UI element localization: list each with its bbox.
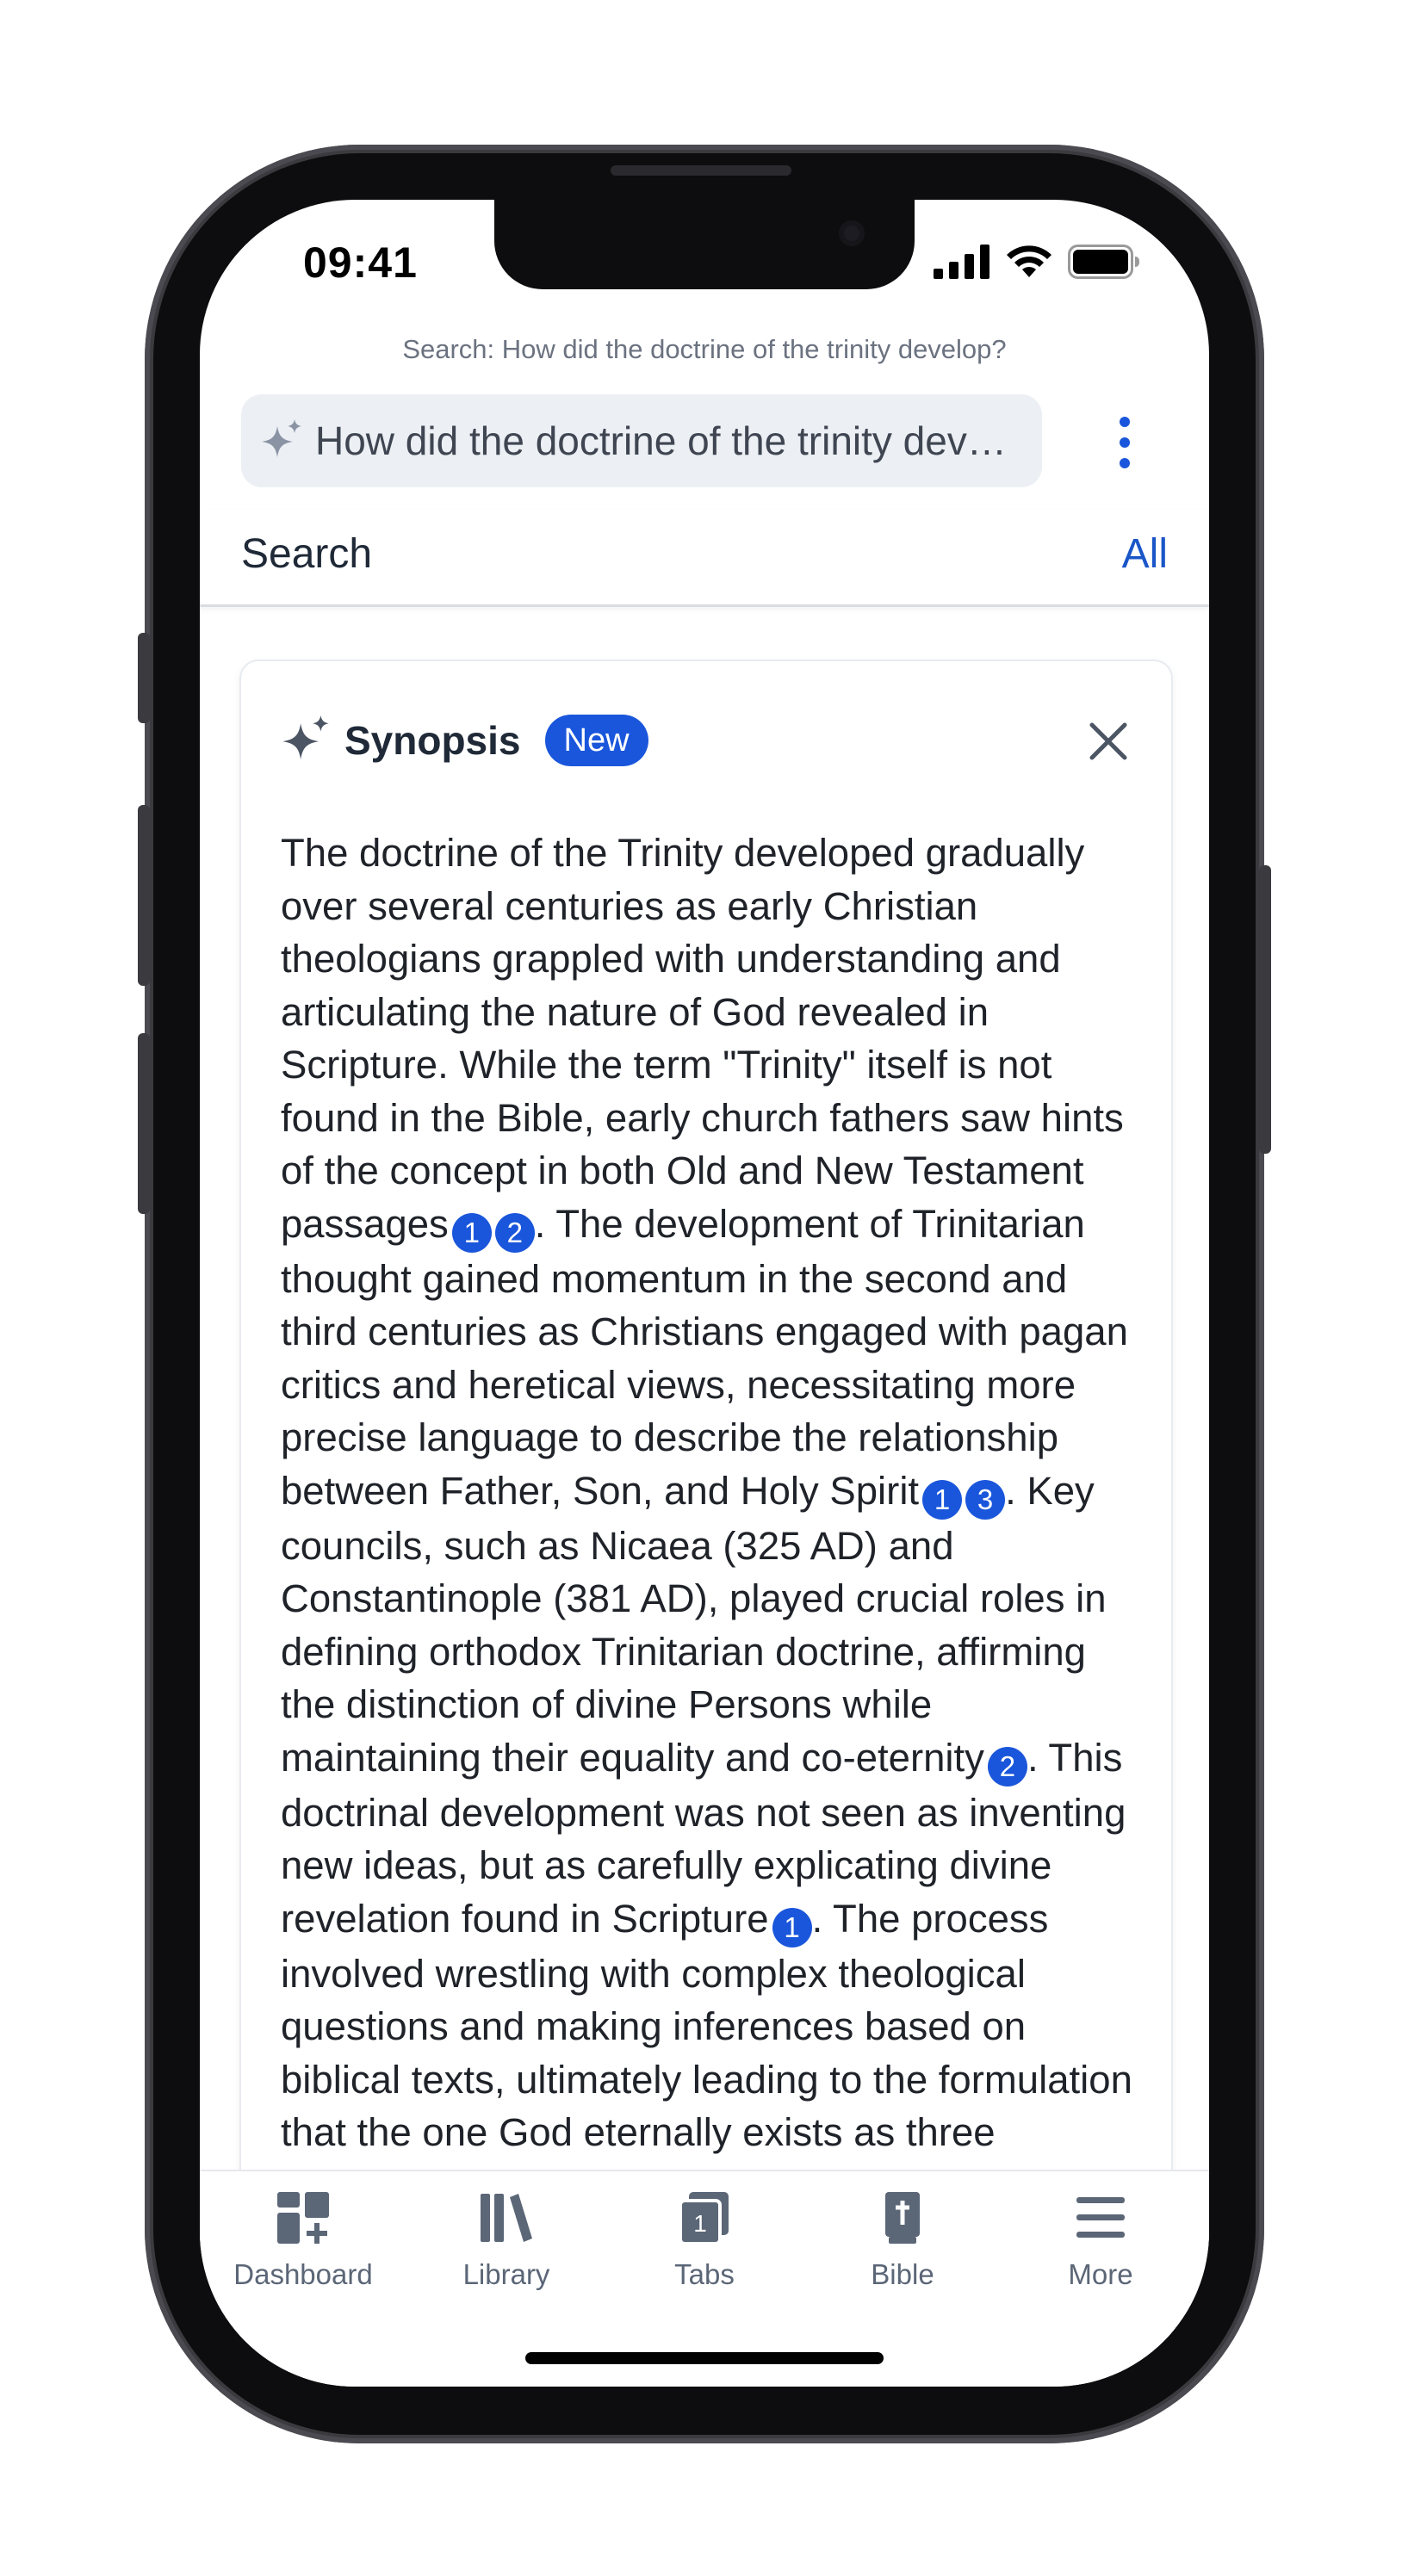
volume-up-button bbox=[138, 805, 150, 986]
nav-label: More bbox=[1068, 2258, 1133, 2290]
search-input[interactable]: How did the doctrine of the trinity deve… bbox=[241, 394, 1042, 487]
camera bbox=[839, 220, 865, 246]
search-filter-row: Search All bbox=[200, 510, 1209, 607]
nav-label: Dashboard bbox=[233, 2258, 373, 2290]
synopsis-text-segment: . The process involved wrestling with co… bbox=[281, 1896, 1132, 2208]
filter-all-link[interactable]: All bbox=[1122, 530, 1168, 578]
citation-badge[interactable]: 3 bbox=[965, 1479, 1006, 1520]
menu-icon bbox=[1076, 2197, 1125, 2238]
new-badge: New bbox=[544, 715, 648, 766]
synopsis-title: Synopsis bbox=[344, 718, 521, 763]
library-icon bbox=[481, 2194, 532, 2242]
power-button bbox=[1259, 865, 1271, 1154]
nav-library[interactable]: Library bbox=[420, 2190, 592, 2291]
bible-icon bbox=[885, 2192, 920, 2244]
volume-down-button bbox=[138, 1033, 150, 1214]
citation-badge[interactable]: 1 bbox=[772, 1907, 812, 1947]
nav-label: Tabs bbox=[674, 2258, 735, 2290]
search-caption: Search: How did the doctrine of the trin… bbox=[402, 334, 1007, 364]
citation-badge[interactable]: 1 bbox=[451, 1212, 492, 1253]
synopsis-body: The doctrine of the Trinity developed gr… bbox=[281, 827, 1142, 2212]
search-query: How did the doctrine of the trinity deve… bbox=[315, 418, 1021, 463]
status-time: 09:41 bbox=[303, 238, 418, 287]
home-indicator[interactable] bbox=[525, 2352, 884, 2364]
nav-tabs[interactable]: 1 Tabs bbox=[618, 2190, 791, 2291]
nav-dashboard[interactable]: Dashboard bbox=[217, 2190, 389, 2291]
citation-badge[interactable]: 2 bbox=[494, 1212, 535, 1253]
sparkle-icon bbox=[262, 419, 301, 457]
nav-label: Bible bbox=[871, 2258, 934, 2290]
nav-bible[interactable]: Bible bbox=[816, 2190, 989, 2291]
screen: 09:41 Search: How did the doctrine of th… bbox=[200, 200, 1209, 2387]
sparkle-icon bbox=[282, 715, 329, 760]
synopsis-text-segment: The doctrine of the Trinity developed gr… bbox=[281, 831, 1124, 1246]
more-options-icon[interactable] bbox=[1113, 412, 1137, 474]
dashboard-icon bbox=[277, 2192, 329, 2244]
citation-badge[interactable]: 2 bbox=[987, 1746, 1027, 1786]
notch bbox=[494, 200, 915, 289]
battery-icon bbox=[1068, 245, 1139, 279]
earpiece-speaker bbox=[611, 165, 791, 176]
wifi-icon bbox=[1007, 245, 1052, 277]
citation-badge[interactable]: 1 bbox=[922, 1479, 963, 1520]
status-icons bbox=[934, 245, 1140, 279]
synopsis-card: Synopsis New The doctrine of the Trinity… bbox=[241, 661, 1171, 2383]
synopsis-text-segment: . The development of Trinitarian thought… bbox=[281, 1201, 1128, 1513]
tabs-count: 1 bbox=[693, 2210, 707, 2237]
nav-more[interactable]: More bbox=[1014, 2190, 1187, 2291]
synopsis-header: Synopsis New bbox=[281, 715, 648, 766]
section-title: Search bbox=[241, 531, 373, 577]
close-icon[interactable] bbox=[1089, 721, 1128, 761]
nav-label: Library bbox=[462, 2258, 550, 2290]
tabs-icon: 1 bbox=[679, 2192, 729, 2245]
cellular-signal-icon bbox=[934, 245, 989, 279]
silent-switch bbox=[138, 633, 150, 723]
page: 09:41 Search: How did the doctrine of th… bbox=[0, 0, 1402, 2576]
